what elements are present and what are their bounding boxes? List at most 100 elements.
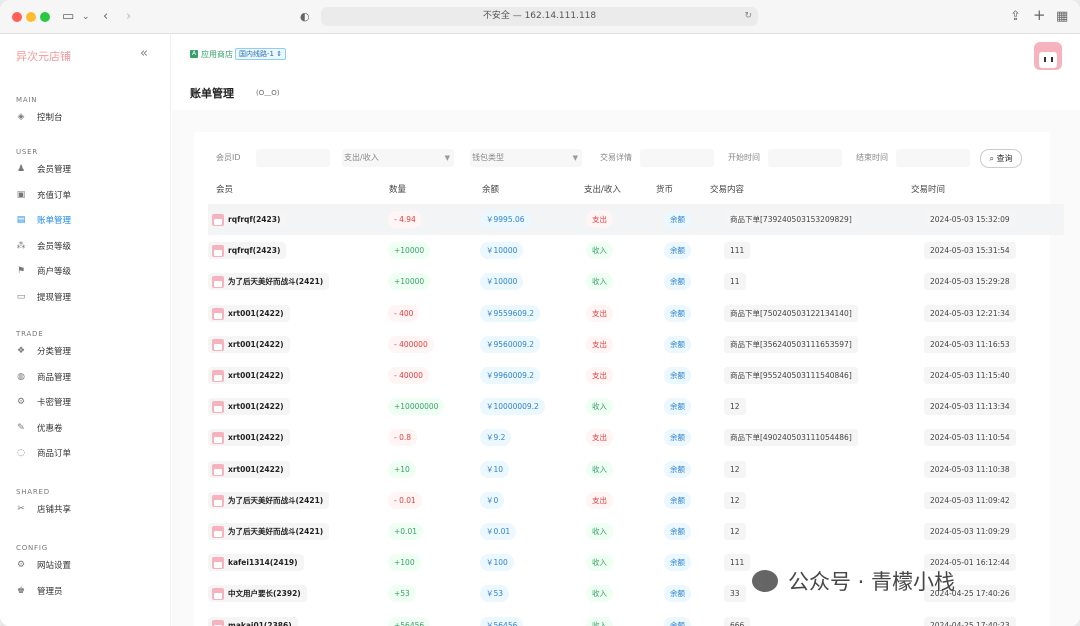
column-header[interactable]: 交易时间 (911, 183, 945, 195)
member-avatar-icon (212, 245, 224, 258)
end-time-filter: 结束时间 (856, 149, 970, 167)
balance-cell: ￥10000009.2 (480, 398, 545, 416)
route-select[interactable]: 国内线路-1 ⇕ (235, 48, 287, 60)
back-icon[interactable]: ‹ (103, 9, 108, 25)
sidebar-item-bill[interactable]: ▤ 账单管理 (16, 211, 71, 229)
amount-cell: +10000000 (388, 398, 445, 416)
member-name: xrt001(2422) (228, 464, 284, 474)
member-avatar-icon (212, 526, 224, 538)
currency-badge: 余额 (664, 429, 691, 447)
sidebar-item-label: 商品订单 (37, 449, 72, 459)
member-avatar-icon (212, 463, 224, 476)
column-header[interactable]: 支出/收入 (584, 183, 621, 195)
column-header[interactable]: 数量 (389, 183, 406, 195)
member-cell: xrt001(2422) (208, 398, 290, 416)
type-badge: 收入 (586, 460, 613, 478)
search-button[interactable]: ⌕ 查询 (980, 149, 1022, 168)
sidebar-item-settings[interactable]: ⚙ 网站设置 (16, 556, 71, 574)
sidebar-item-label: 店铺共享 (37, 505, 72, 515)
table-row[interactable]: 为了后天美好而战斗(2421) - 0.01 ￥0 支出 余额 12 2024-05-03 … (208, 485, 1064, 516)
zoom-window-button[interactable] (40, 12, 50, 22)
privacy-shield-icon[interactable]: ◐ (300, 9, 310, 25)
sidebar-item-user[interactable]: ♟ 会员管理 (16, 160, 71, 178)
member-name: rqfrqf(2423) (228, 215, 281, 224)
address-bar[interactable]: 不安全 — 162.14.111.118 ↻ (321, 7, 758, 26)
minimize-window-button[interactable] (26, 12, 36, 22)
browser-window: ▭ ⌄ ‹ › ◐ 不安全 — 162.14.111.118 ↻ ⇪ + ▦ 异… (0, 0, 1080, 626)
sidebar-toggle-icon[interactable]: ▭ (62, 9, 74, 25)
member-cell: makai01(2386) (208, 616, 298, 626)
type-badge: 收入 (586, 523, 613, 540)
app-store-link[interactable]: A 应用商店 国内线路-1 ⇕ (190, 48, 287, 60)
sidebar-item-category[interactable]: ❖ 分类管理 (16, 342, 71, 360)
table-row[interactable]: xrt001(2422) +10000000 ￥10000009.2 收入 余额 12 20… (208, 391, 1064, 422)
type-badge: 收入 (586, 242, 613, 260)
type-select[interactable]: 支出/收入 ▼ (342, 149, 454, 167)
table-row[interactable]: 为了后天美好而战斗(2421) +10000 ￥10000 收入 余额 11 2024-05… (208, 266, 1064, 297)
column-header[interactable]: 会员 (216, 183, 233, 195)
currency-badge: 余额 (664, 491, 691, 509)
column-header[interactable]: 余额 (482, 183, 499, 195)
sidebar-item-label: 管理员 (37, 586, 63, 597)
type-badge: 支出 (586, 429, 613, 447)
table-row[interactable]: xrt001(2422) - 40000 ￥9960009.2 支出 余额 商品下单[95… (208, 360, 1064, 391)
close-window-button[interactable] (12, 12, 22, 22)
table-row[interactable]: rqfrqf(2423) - 4.94 ￥9995.06 支出 余额 商品下单[73924… (208, 204, 1064, 235)
sidebar-item-coupon[interactable]: ✎ 优惠卷 (16, 419, 63, 437)
collapse-sidebar-icon[interactable]: « (140, 46, 148, 61)
table-row[interactable]: xrt001(2422) +10 ￥10 收入 余额 12 2024-05-03 11:10… (208, 454, 1064, 485)
sidebar-item-recharge[interactable]: ▣ 充值订单 (16, 186, 71, 204)
end-time-label: 结束时间 (856, 153, 888, 162)
table-row[interactable]: rqfrqf(2423) +10000 ￥10000 收入 余额 111 2024-05-0… (208, 235, 1064, 266)
site-logo[interactable]: 异次元店铺 (16, 48, 71, 64)
member-cell: 为了后天美好而战斗(2421) (208, 523, 330, 540)
member-name: xrt001(2422) (228, 339, 284, 349)
end-time-input[interactable] (896, 149, 970, 167)
sidebar-item-label: 账单管理 (37, 216, 72, 226)
table-row[interactable]: xrt001(2422) - 400 ￥9559609.2 支出 余额 商品下单[7502… (208, 298, 1064, 329)
reload-icon[interactable]: ↻ (744, 7, 752, 26)
sidebar-item-dashboard[interactable]: ◈ 控制台 (16, 108, 63, 126)
sidebar-item-withdraw[interactable]: ▭ 提现管理 (16, 288, 71, 306)
description-cell: 12 (724, 491, 746, 509)
amount-cell: +100 (388, 554, 421, 572)
sidebar-item-goods[interactable]: ◍ 商品管理 (16, 368, 71, 386)
time-cell: 2024-05-03 11:09:42 (924, 491, 1016, 509)
sidebar-item-order[interactable]: ◌ 商品订单 (16, 444, 71, 462)
balance-cell: ￥10 (480, 460, 510, 478)
detail-input[interactable] (640, 149, 714, 167)
balance-cell: ￥100 (480, 554, 514, 572)
amount-cell: +53 (388, 585, 416, 603)
share-icon[interactable]: ⇪ (1010, 9, 1021, 25)
avatar[interactable] (1034, 42, 1062, 70)
wallet-select[interactable]: 钱包类型 ▼ (470, 149, 582, 167)
sidebar-item-merchant[interactable]: ⚑ 商户等级 (16, 262, 71, 280)
balance-cell: ￥10000 (480, 273, 524, 291)
description-cell: 666 (724, 616, 751, 626)
section-user: USER (16, 148, 39, 156)
sidebar-item-label: 优惠卷 (37, 423, 63, 434)
column-header[interactable]: 交易内容 (710, 183, 744, 195)
amount-cell: +10 (388, 460, 416, 478)
currency-badge: 余额 (664, 616, 691, 626)
forward-icon[interactable]: › (126, 9, 131, 25)
tab-overview-icon[interactable]: ▦ (1056, 9, 1068, 25)
sidebar-item-card[interactable]: ⚙ 卡密管理 (16, 393, 71, 411)
description-cell: 111 (724, 242, 751, 260)
new-tab-icon[interactable]: + (1033, 7, 1046, 23)
start-time-input[interactable] (768, 149, 842, 167)
table-row[interactable]: xrt001(2422) - 0.8 ￥9.2 支出 余额 商品下单[4902405031… (208, 422, 1064, 453)
description-cell: 11 (724, 273, 746, 291)
watermark: 公众号 · 青檬小栈 (752, 566, 955, 596)
type-badge: 收入 (586, 585, 613, 603)
member-id-input[interactable] (256, 149, 330, 167)
table-row[interactable]: xrt001(2422) - 400000 ￥9560009.2 支出 余额 商品下单[3… (208, 329, 1064, 360)
sidebar-item-admin[interactable]: ♚ 管理员 (16, 582, 63, 600)
table-row[interactable]: 为了后天美好而战斗(2421) +0.01 ￥0.01 收入 余额 12 2024-05-0… (208, 516, 1064, 547)
table-row[interactable]: makai01(2386) +56456 ￥56456 收入 余额 666 2024-04-… (208, 610, 1064, 626)
column-header[interactable]: 货币 (656, 183, 673, 195)
sidebar-item-share[interactable]: ✂ 店铺共享 (16, 500, 71, 518)
chevron-down-icon[interactable]: ⌄ (82, 9, 90, 25)
currency-badge: 余额 (664, 304, 691, 322)
sidebar-item-level[interactable]: ⁂ 会员等级 (16, 237, 72, 255)
